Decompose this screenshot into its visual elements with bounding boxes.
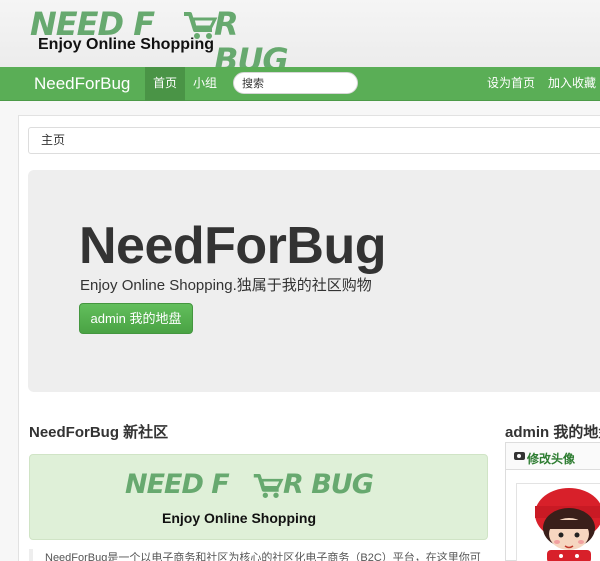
nav-item-home[interactable]: 首页	[145, 67, 186, 101]
navbar-brand[interactable]: NeedForBug	[34, 74, 130, 94]
header-tagline: Enjoy Online Shopping	[38, 36, 214, 53]
banner-logo: NEED F R BUG	[125, 469, 385, 505]
sidebar-title: admin 我的地盘	[505, 424, 600, 441]
banner-logo-left: NEED F	[125, 469, 230, 500]
banner-tagline: Enjoy Online Shopping	[162, 510, 316, 526]
site-logo[interactable]: NEED F R BUG	[30, 6, 289, 78]
camera-icon	[514, 452, 525, 460]
cart-icon	[253, 473, 284, 498]
main-navbar: NeedForBug 首页 小组 设为首页 加入收藏	[0, 67, 600, 101]
set-homepage-link[interactable]: 设为首页	[487, 67, 535, 101]
add-favorite-link[interactable]: 加入收藏	[548, 67, 596, 101]
banner-logo-right: R BUG	[283, 469, 374, 500]
breadcrumb-home[interactable]: 主页	[41, 133, 65, 147]
my-space-button[interactable]: admin 我的地盘	[79, 303, 193, 334]
search-input[interactable]	[233, 72, 358, 94]
avatar-doll-image	[517, 484, 600, 561]
profile-panel: 修改头像	[505, 442, 600, 561]
jumbotron-subtitle: Enjoy Online Shopping.独属于我的社区购物	[80, 277, 372, 294]
community-title: NeedForBug 新社区	[29, 424, 169, 441]
community-banner: NEED F R BUG Enjoy Online Shopping	[29, 454, 488, 540]
site-header: NEED F R BUG Enjoy Online Shopping	[0, 0, 600, 78]
profile-panel-header: 修改头像	[506, 443, 600, 470]
nav-item-group[interactable]: 小组	[185, 67, 225, 101]
community-description: NeedForBug是一个以电子商务和社区为核心的社区化电子商务（B2C）平台，…	[29, 549, 488, 561]
avatar[interactable]	[516, 483, 600, 561]
breadcrumb: 主页	[28, 127, 600, 154]
jumbotron-title: NeedForBug	[79, 217, 387, 275]
edit-avatar-link[interactable]: 修改头像	[527, 450, 575, 467]
